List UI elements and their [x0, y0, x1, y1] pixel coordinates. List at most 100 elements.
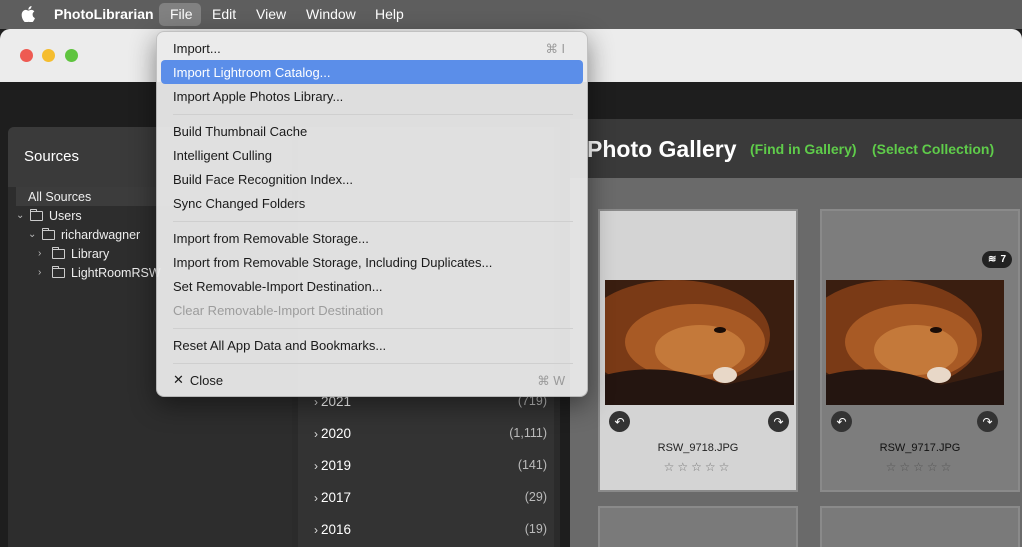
menu-separator [173, 328, 573, 329]
photo-card[interactable]: ≋ 7 ↶ ↷ RSW_9717.JPG ☆☆☆☆☆ [820, 209, 1020, 492]
year-row-2016[interactable]: › 2016 (19) [314, 518, 547, 540]
menu-shortcut: ⌘ I [545, 41, 565, 56]
sources-title: Sources [24, 148, 80, 165]
tree-item-users[interactable]: ⌄ Users [16, 206, 82, 225]
menu-item-sync-changed-folders[interactable]: Sync Changed Folders [161, 191, 583, 215]
menu-item-label: Import from Removable Storage... [173, 230, 369, 246]
stack-count: 7 [1000, 254, 1006, 265]
tree-item-lightroomrsw[interactable]: › LightRoomRSW [38, 263, 161, 282]
menu-item-label: Set Removable-Import Destination... [173, 278, 383, 294]
menu-separator [173, 363, 573, 364]
minimize-window-button[interactable] [42, 49, 55, 62]
chevron-right-icon: › [314, 490, 318, 505]
menu-edit[interactable]: Edit [212, 7, 236, 22]
menu-item-label: Import from Removable Storage, Including… [173, 254, 493, 270]
stack-count-badge[interactable]: ≋ 7 [982, 251, 1012, 268]
close-window-button[interactable] [20, 49, 33, 62]
gallery-title: Photo Gallery [587, 136, 737, 162]
file-menu-dropdown: Import... ⌘ I Import Lightroom Catalog..… [156, 31, 588, 397]
photo-gallery: Photo Gallery (Find in Gallery) (Select … [570, 119, 1022, 547]
menu-item-reset-all-app-data[interactable]: Reset All App Data and Bookmarks... [161, 333, 583, 357]
photo-thumbnail[interactable] [826, 280, 1004, 405]
chevron-right-icon[interactable]: › [38, 267, 50, 278]
tree-item-label: All Sources [28, 189, 92, 204]
chevron-down-icon[interactable]: ⌄ [28, 229, 40, 240]
menu-app-name[interactable]: PhotoLibrarian [54, 7, 154, 22]
menu-help[interactable]: Help [375, 7, 404, 22]
rotate-left-button[interactable]: ↶ [831, 411, 852, 432]
tree-item-label: richardwagner [61, 227, 141, 242]
tree-item-label: Users [49, 208, 82, 223]
year-row-2019[interactable]: › 2019 (141) [314, 454, 547, 476]
menu-item-set-removable-import-destination[interactable]: Set Removable-Import Destination... [161, 274, 583, 298]
menu-item-build-thumbnail-cache[interactable]: Build Thumbnail Cache [161, 119, 583, 143]
menu-item-import[interactable]: Import... ⌘ I [161, 36, 583, 60]
menu-item-import-lightroom-catalog[interactable]: Import Lightroom Catalog... [161, 60, 583, 84]
year-count: (1,111) [509, 426, 547, 440]
menu-item-label: Clear Removable-Import Destination [173, 302, 384, 318]
folder-icon [30, 208, 43, 221]
menu-item-label: Sync Changed Folders [173, 195, 306, 211]
menu-item-build-face-recognition-index[interactable]: Build Face Recognition Index... [161, 167, 583, 191]
apple-icon[interactable] [21, 6, 35, 22]
gallery-header: Photo Gallery (Find in Gallery) (Select … [570, 119, 1022, 178]
menu-item-label: Build Thumbnail Cache [173, 123, 308, 139]
rotate-right-button[interactable]: ↷ [977, 411, 998, 432]
select-collection-link[interactable]: (Select Collection) [872, 141, 994, 157]
photo-thumbnail[interactable] [605, 280, 794, 405]
rating-stars[interactable]: ☆☆☆☆☆ [822, 460, 1018, 474]
photo-filename: RSW_9718.JPG [657, 442, 739, 454]
photo-filename: RSW_9717.JPG [879, 442, 961, 454]
year-row-2017[interactable]: › 2017 (29) [314, 486, 547, 508]
menu-item-label: Reset All App Data and Bookmarks... [173, 337, 387, 353]
chevron-right-icon[interactable]: › [38, 248, 50, 259]
year-label: 2017 [321, 489, 352, 505]
menu-item-clear-removable-import-destination: Clear Removable-Import Destination [161, 298, 583, 322]
tree-item-label: Library [71, 246, 110, 261]
menu-item-intelligent-culling[interactable]: Intelligent Culling [161, 143, 583, 167]
stack-icon: ≋ [988, 254, 997, 265]
menu-item-label: Import... [173, 40, 221, 56]
menu-bar: PhotoLibrarian File Edit View Window Hel… [0, 0, 1022, 29]
year-label: 2016 [321, 521, 352, 537]
chevron-right-icon: › [314, 426, 318, 441]
menu-separator [173, 221, 573, 222]
year-count: (141) [517, 458, 547, 472]
photo-card[interactable] [598, 506, 798, 547]
menu-item-label: Build Face Recognition Index... [173, 171, 353, 187]
tree-item-richardwagner[interactable]: ⌄ richardwagner [28, 225, 140, 244]
menu-item-label: Close [189, 372, 224, 388]
menu-item-close[interactable]: ✕ Close ⌘ W [161, 368, 583, 392]
chevron-right-icon: › [314, 458, 318, 473]
year-count: (19) [524, 522, 547, 536]
year-count: (29) [524, 490, 547, 504]
photo-card[interactable] [820, 506, 1020, 547]
close-icon: ✕ [173, 372, 184, 387]
rotate-right-button[interactable]: ↷ [768, 411, 789, 432]
menu-item-label: Import Lightroom Catalog... [173, 64, 331, 80]
zoom-window-button[interactable] [65, 49, 78, 62]
photo-card[interactable]: ↶ ↷ RSW_9718.JPG ☆☆☆☆☆ [598, 209, 798, 492]
folder-icon [52, 246, 65, 259]
menu-item-label: Import Apple Photos Library... [173, 88, 344, 104]
menu-item-label: Intelligent Culling [173, 147, 273, 163]
menu-file[interactable]: File [170, 7, 193, 22]
folder-icon [52, 265, 65, 278]
rotate-left-button[interactable]: ↶ [609, 411, 630, 432]
tree-item-label: LightRoomRSW [71, 265, 161, 280]
tree-item-library[interactable]: › Library [38, 244, 109, 263]
year-label: 2019 [321, 457, 352, 473]
year-label: 2020 [321, 425, 352, 441]
menu-view[interactable]: View [256, 7, 286, 22]
chevron-right-icon: › [314, 522, 318, 537]
folder-icon [42, 227, 55, 240]
menu-item-import-removable-storage-duplicates[interactable]: Import from Removable Storage, Including… [161, 250, 583, 274]
find-in-gallery-link[interactable]: (Find in Gallery) [750, 141, 857, 157]
menu-item-import-removable-storage[interactable]: Import from Removable Storage... [161, 226, 583, 250]
menu-item-import-apple-photos-library[interactable]: Import Apple Photos Library... [161, 84, 583, 108]
menu-window[interactable]: Window [306, 7, 356, 22]
chevron-down-icon[interactable]: ⌄ [16, 210, 28, 221]
menu-separator [173, 114, 573, 115]
rating-stars[interactable]: ☆☆☆☆☆ [600, 460, 796, 474]
year-row-2020[interactable]: › 2020 (1,111) [314, 422, 547, 444]
